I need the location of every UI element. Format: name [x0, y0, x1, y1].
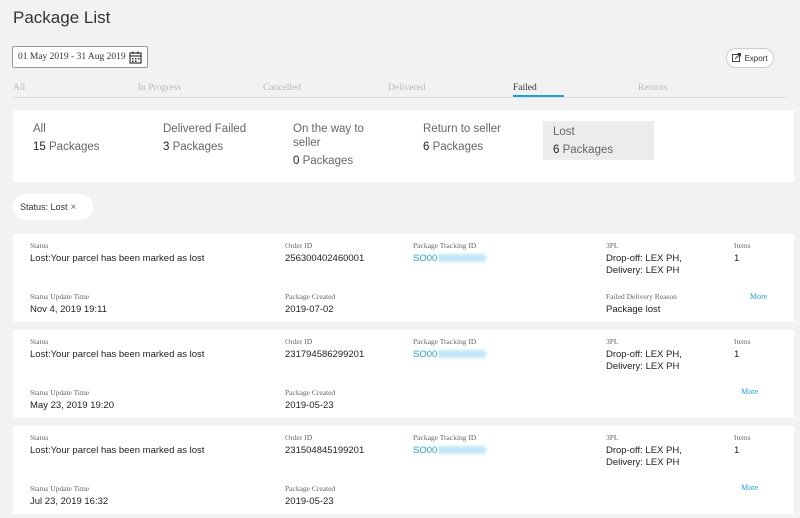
status-update-label: Status Update Time — [30, 292, 90, 301]
3pl-label: 3PL — [606, 433, 619, 442]
3pl-delivery: Delivery: LEX PH — [606, 457, 680, 468]
3pl-delivery: Delivery: LEX PH — [606, 265, 680, 276]
more-link[interactable]: More — [741, 483, 758, 492]
3pl-dropoff: Drop-off: LEX PH, — [606, 253, 682, 264]
3pl-dropoff: Drop-off: LEX PH, — [606, 445, 682, 456]
items-label: Items — [734, 433, 751, 442]
status-value: Lost:Your parcel has been marked as lost — [30, 349, 205, 360]
summary-label: Delivered Failed — [163, 123, 247, 135]
tracking-id-link[interactable]: SO00 — [413, 253, 487, 265]
summary-return-to-seller[interactable]: Return to seller 6 Packages — [423, 122, 501, 154]
status-label: Status — [30, 337, 49, 346]
summary-label: On the way to seller — [293, 123, 364, 149]
failed-reason-label: Failed Delivery Reason — [606, 292, 677, 301]
summary-unit: Packages — [49, 141, 100, 153]
tab-all[interactable]: All — [13, 83, 25, 93]
items-label: Items — [734, 241, 751, 250]
export-icon — [732, 52, 742, 64]
export-label: Export — [744, 53, 768, 63]
active-tab-indicator — [513, 95, 564, 97]
status-update-label: Status Update Time — [30, 484, 90, 493]
items-value: 1 — [734, 253, 740, 264]
tracking-id-link[interactable]: SO00 — [413, 349, 487, 361]
more-link[interactable]: More — [750, 292, 767, 301]
status-update-value: Nov 4, 2019 19:11 — [30, 304, 107, 315]
created-label: Package Created — [285, 292, 336, 301]
summary-unit: Packages — [562, 144, 614, 156]
order-id-value: 256300402460001 — [285, 253, 365, 264]
summary-unit: Packages — [302, 155, 354, 167]
summary-count: 6 — [423, 141, 430, 153]
summary-label: Lost — [553, 126, 575, 138]
export-button[interactable]: Export — [726, 48, 774, 68]
order-id-value: 231794586299201 — [285, 349, 365, 360]
page-title: Package List — [13, 8, 111, 27]
summary-count: 0 — [293, 155, 300, 167]
created-value: 2019-05-23 — [285, 496, 334, 507]
package-card: Status Lost:Your parcel has been marked … — [13, 234, 794, 322]
summary-all[interactable]: All 15 Packages — [33, 122, 100, 154]
order-id-label: Order ID — [285, 433, 313, 442]
summary-on-the-way[interactable]: On the way to seller 0 Packages — [293, 122, 383, 168]
tracking-label: Package Tracking ID — [413, 433, 477, 442]
tab-failed[interactable]: Failed — [513, 83, 537, 93]
tab-cancelled[interactable]: Cancelled — [263, 83, 301, 93]
summary-label: All — [33, 123, 46, 135]
3pl-dropoff: Drop-off: LEX PH, — [606, 349, 682, 360]
order-id-value: 231504845199201 — [285, 445, 365, 456]
summary-count: 15 — [33, 141, 46, 153]
status-value: Lost:Your parcel has been marked as lost — [30, 445, 205, 456]
summary-panel: All 15 Packages Delivered Failed 3 Packa… — [13, 110, 794, 182]
order-id-label: Order ID — [285, 241, 313, 250]
status-update-value: Jul 23, 2019 16:32 — [30, 496, 109, 507]
created-label: Package Created — [285, 484, 336, 493]
summary-unit: Packages — [432, 141, 484, 153]
close-icon[interactable]: × — [71, 202, 77, 213]
3pl-label: 3PL — [606, 337, 619, 346]
summary-delivered-failed[interactable]: Delivered Failed 3 Packages — [163, 122, 246, 154]
created-value: 2019-07-02 — [285, 304, 334, 315]
summary-count: 6 — [553, 144, 560, 156]
status-label: Status — [30, 433, 49, 442]
status-label: Status — [30, 241, 49, 250]
summary-lost[interactable]: Lost 6 Packages — [543, 121, 654, 160]
summary-unit: Packages — [172, 141, 224, 153]
3pl-label: 3PL — [606, 241, 619, 250]
package-card: Status Lost:Your parcel has been marked … — [13, 330, 794, 418]
tab-delivered[interactable]: Delivered — [388, 83, 425, 93]
tab-in-progress[interactable]: In Progress — [138, 83, 181, 93]
3pl-delivery: Delivery: LEX PH — [606, 361, 680, 372]
date-range-picker[interactable]: 01 May 2019 - 31 Aug 2019 — [12, 46, 148, 68]
created-value: 2019-05-23 — [285, 400, 334, 411]
tracking-label: Package Tracking ID — [413, 337, 477, 346]
status-update-value: May 23, 2019 19:20 — [30, 400, 114, 411]
status-filter-chip[interactable]: Status: Lost × — [13, 194, 93, 220]
status-update-label: Status Update Time — [30, 388, 90, 397]
tracking-id-link[interactable]: SO00 — [413, 445, 487, 457]
filter-label: Status: Lost — [20, 202, 68, 212]
calendar-icon[interactable] — [126, 47, 144, 67]
more-link[interactable]: More — [741, 387, 758, 396]
summary-label: Return to seller — [423, 123, 501, 135]
order-id-label: Order ID — [285, 337, 313, 346]
items-value: 1 — [734, 349, 740, 360]
summary-count: 3 — [163, 141, 170, 153]
package-card: Status Lost:Your parcel has been marked … — [13, 426, 794, 514]
tab-returns[interactable]: Returns — [638, 83, 668, 93]
tracking-label: Package Tracking ID — [413, 241, 477, 250]
items-value: 1 — [734, 445, 740, 456]
status-value: Lost:Your parcel has been marked as lost — [30, 253, 205, 264]
created-label: Package Created — [285, 388, 336, 397]
failed-reason-value: Package lost — [606, 304, 661, 315]
items-label: Items — [734, 337, 751, 346]
date-range-value: 01 May 2019 - 31 Aug 2019 — [18, 52, 126, 62]
status-tabs: All In Progress Cancelled Delivered Fail… — [13, 80, 786, 98]
